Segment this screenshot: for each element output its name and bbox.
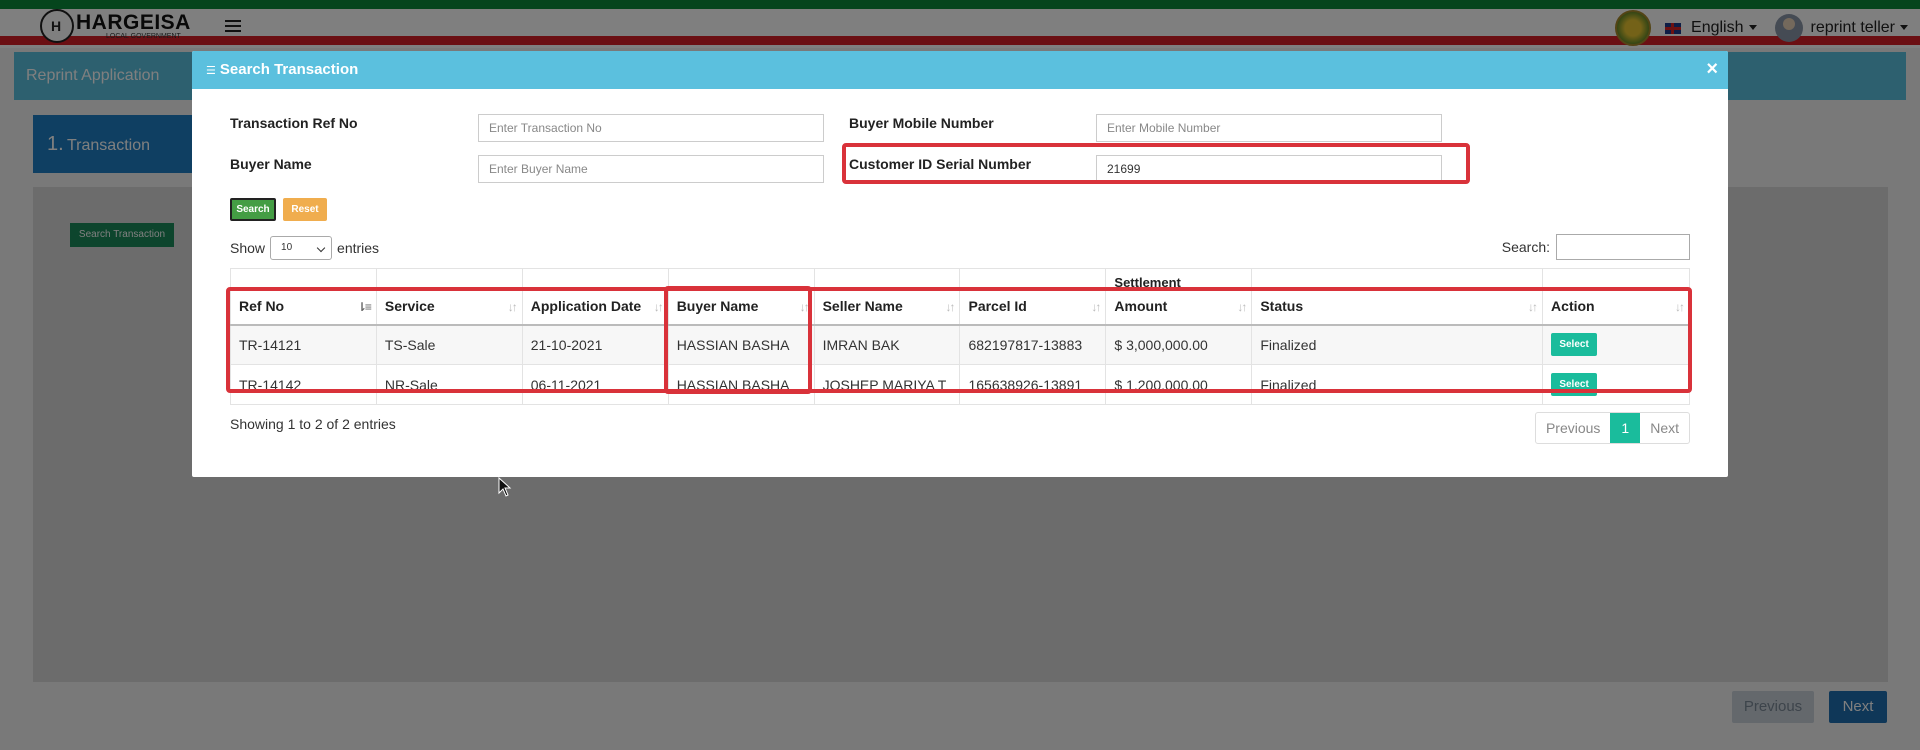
column-header-parcel-id[interactable]: Parcel Id ↓↑ [959,268,1107,326]
column-header-status[interactable]: Status ↓↑ [1251,268,1544,326]
sort-icon: ↓↑ [945,299,955,314]
table-row: TR-14121 TS-Sale 21-10-2021 HASSIAN BASH… [230,324,1690,365]
cell-application-date: 21-10-2021 [521,324,669,365]
transaction-ref-label: Transaction Ref No [230,115,358,131]
table-search: Search: [1502,234,1690,260]
modal-title: ☰ Search Transaction [206,61,358,78]
list-icon: ☰ [206,65,216,77]
cell-parcel-id: 165638926-13891 [959,364,1107,405]
buyer-name-input[interactable] [478,155,824,183]
show-entries: Show 10 entries [230,236,379,260]
transaction-ref-input[interactable] [478,114,824,142]
mouse-cursor-icon [498,477,512,497]
cell-seller-name: IMRAN BAK [813,324,961,365]
pagination-next[interactable]: Next [1640,413,1689,443]
reset-button[interactable]: Reset [283,198,327,221]
customer-id-input[interactable] [1096,155,1442,183]
cell-seller-name: JOSHEP MARIYA T [813,364,961,405]
modal-header: ☰ Search Transaction × [192,51,1728,89]
table-info: Showing 1 to 2 of 2 entries [230,416,396,432]
pagination-previous[interactable]: Previous [1536,413,1610,443]
sort-icon: ↓↑ [653,299,664,314]
cell-status: Finalized [1251,324,1544,365]
search-button[interactable]: Search [230,198,276,221]
cell-amount: $ 1,200,000.00 [1105,364,1253,405]
pagination: Previous 1 Next [1534,412,1690,444]
table-search-input[interactable] [1556,234,1690,260]
select-button[interactable]: Select [1551,333,1598,357]
sort-icon: ↓↑ [1091,299,1101,314]
customer-id-label: Customer ID Serial Number [849,156,1032,172]
column-header-action[interactable]: Action ↓↑ [1542,268,1690,326]
buyer-name-label: Buyer Name [230,156,312,172]
cell-status: Finalized [1251,364,1544,405]
search-transaction-modal: ☰ Search Transaction × Transaction Ref No… [192,51,1728,477]
cell-action: Select [1542,364,1690,405]
sort-icon: ↓↑ [1528,299,1538,314]
cell-amount: $ 3,000,000.00 [1105,324,1253,365]
cell-service: TS-Sale [375,324,523,365]
table-header-row: Ref No ⇂≡ Service ↓↑ Application Date ↓↑ Bu… [230,268,1690,326]
show-label: Show [230,240,266,256]
close-icon[interactable]: × [1706,58,1718,81]
column-header-buyer-name[interactable]: Buyer Name ↓↑ [667,268,815,326]
buyer-mobile-input[interactable] [1096,114,1442,142]
sort-asc-icon: ⇂≡ [356,299,372,314]
sort-icon: ↓↑ [1675,299,1685,314]
search-label: Search: [1501,239,1550,255]
entries-label: entries [337,240,380,256]
cell-buyer-name: HASSIAN BASHA [667,364,815,405]
sort-icon: ↓↑ [799,299,810,314]
cell-parcel-id: 682197817-13883 [959,324,1107,365]
cell-ref-no: TR-14121 [230,324,377,365]
sort-icon: ↓↑ [507,299,518,314]
pagination-page-1[interactable]: 1 [1610,413,1641,443]
sort-icon: ↓↑ [1237,299,1247,314]
column-header-seller-name[interactable]: Seller Name ↓↑ [813,268,961,326]
cell-application-date: 06-11-2021 [521,364,669,405]
column-header-service[interactable]: Service ↓↑ [375,268,523,326]
cell-action: Select [1542,324,1690,365]
column-header-settlement-amount[interactable]: Settlement Amount ↓↑ [1105,268,1253,326]
cell-service: NR-Sale [375,364,523,405]
cell-buyer-name: HASSIAN BASHA [667,324,815,365]
column-header-ref-no[interactable]: Ref No ⇂≡ [230,268,377,326]
entries-select[interactable]: 10 [270,236,333,260]
transactions-table: Ref No ⇂≡ Service ↓↑ Application Date ↓↑ Bu… [230,268,1690,405]
modal-title-text: Search Transaction [219,61,359,78]
table-row: TR-14142 NR-Sale 06-11-2021 HASSIAN BASH… [230,364,1690,405]
buyer-mobile-label: Buyer Mobile Number [849,115,994,131]
cell-ref-no: TR-14142 [230,364,377,405]
column-header-application-date[interactable]: Application Date ↓↑ [521,268,669,326]
select-button[interactable]: Select [1551,373,1598,396]
